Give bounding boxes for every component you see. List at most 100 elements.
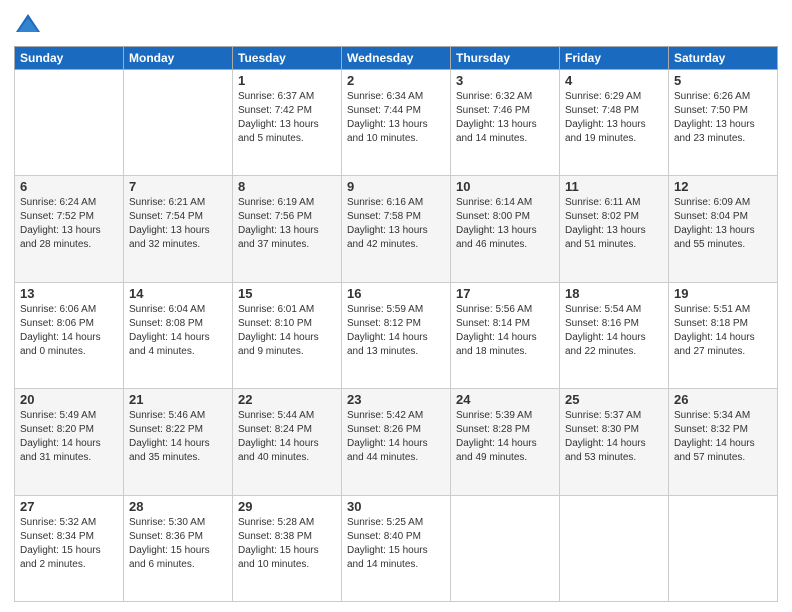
day-info: Sunrise: 5:56 AM Sunset: 8:14 PM Dayligh… — [456, 303, 554, 359]
day-number: 17 — [456, 286, 554, 301]
calendar-cell — [451, 495, 560, 601]
calendar-cell: 13 Sunrise: 6:06 AM Sunset: 8:06 PM Dayli… — [15, 282, 124, 388]
day-info: Sunrise: 6:11 AM Sunset: 8:02 PM Dayligh… — [565, 196, 663, 252]
calendar-cell: 27Sunrise: 5:32 AM Sunset: 8:34 PM Dayli… — [15, 495, 124, 601]
day-info: Sunrise: 5:30 AM Sunset: 8:36 PM Dayligh… — [129, 516, 227, 572]
day-number: 22 — [238, 392, 336, 407]
calendar-cell: 4 Sunrise: 6:29 AM Sunset: 7:48 PM Daylig… — [560, 70, 669, 176]
day-info: Sunrise: 6:34 AM Sunset: 7:44 PM Dayligh… — [347, 90, 445, 146]
day-info: Sunrise: 5:59 AM Sunset: 8:12 PM Dayligh… — [347, 303, 445, 359]
calendar-cell: 30 Sunrise: 5:25 AM Sunset: 8:40 PM Dayli… — [342, 495, 451, 601]
day-number: 14 — [129, 286, 227, 301]
logo-icon — [14, 10, 42, 38]
calendar-cell: 7Sunrise: 6:21 AM Sunset: 7:54 PM Daylig… — [124, 176, 233, 282]
day-number: 18 — [565, 286, 663, 301]
day-number: 6 — [20, 179, 118, 194]
weekday-header-wednesday: Wednesday — [342, 47, 451, 70]
day-info: Sunrise: 6:24 AM Sunset: 7:52 PM Dayligh… — [20, 196, 118, 252]
day-number: 20 — [20, 392, 118, 407]
header — [14, 10, 778, 38]
day-number: 1 — [238, 73, 336, 88]
day-number: 15 — [238, 286, 336, 301]
day-info: Sunrise: 5:42 AM Sunset: 8:26 PM Dayligh… — [347, 409, 445, 465]
calendar-cell: 29Sunrise: 5:28 AM Sunset: 8:38 PM Dayli… — [233, 495, 342, 601]
day-number: 19 — [674, 286, 772, 301]
day-info: Sunrise: 5:44 AM Sunset: 8:24 PM Dayligh… — [238, 409, 336, 465]
weekday-header-tuesday: Tuesday — [233, 47, 342, 70]
day-info: Sunrise: 5:32 AM Sunset: 8:34 PM Dayligh… — [20, 516, 118, 572]
day-info: Sunrise: 6:21 AM Sunset: 7:54 PM Dayligh… — [129, 196, 227, 252]
calendar-cell: 11 Sunrise: 6:11 AM Sunset: 8:02 PM Dayli… — [560, 176, 669, 282]
day-info: Sunrise: 6:06 AM Sunset: 8:06 PM Dayligh… — [20, 303, 118, 359]
weekday-header-friday: Friday — [560, 47, 669, 70]
weekday-header-sunday: Sunday — [15, 47, 124, 70]
day-number: 28 — [129, 499, 227, 514]
calendar-cell: 21Sunrise: 5:46 AM Sunset: 8:22 PM Dayli… — [124, 389, 233, 495]
calendar-cell — [15, 70, 124, 176]
calendar-cell: 14 Sunrise: 6:04 AM Sunset: 8:08 PM Dayli… — [124, 282, 233, 388]
day-info: Sunrise: 6:09 AM Sunset: 8:04 PM Dayligh… — [674, 196, 772, 252]
weekday-header-thursday: Thursday — [451, 47, 560, 70]
day-info: Sunrise: 6:26 AM Sunset: 7:50 PM Dayligh… — [674, 90, 772, 146]
calendar-cell: 26Sunrise: 5:34 AM Sunset: 8:32 PM Dayli… — [669, 389, 778, 495]
calendar-cell: 22 Sunrise: 5:44 AM Sunset: 8:24 PM Dayli… — [233, 389, 342, 495]
calendar-week-2: 6 Sunrise: 6:24 AM Sunset: 7:52 PM Daylig… — [15, 176, 778, 282]
day-info: Sunrise: 5:25 AM Sunset: 8:40 PM Dayligh… — [347, 516, 445, 572]
calendar-week-5: 27Sunrise: 5:32 AM Sunset: 8:34 PM Dayli… — [15, 495, 778, 601]
calendar-cell: 12 Sunrise: 6:09 AM Sunset: 8:04 PM Dayli… — [669, 176, 778, 282]
weekday-header: SundayMondayTuesdayWednesdayThursdayFrid… — [15, 47, 778, 70]
calendar-cell: 6 Sunrise: 6:24 AM Sunset: 7:52 PM Daylig… — [15, 176, 124, 282]
calendar-cell — [560, 495, 669, 601]
day-number: 11 — [565, 179, 663, 194]
day-info: Sunrise: 5:34 AM Sunset: 8:32 PM Dayligh… — [674, 409, 772, 465]
weekday-header-monday: Monday — [124, 47, 233, 70]
day-number: 25 — [565, 392, 663, 407]
day-info: Sunrise: 5:51 AM Sunset: 8:18 PM Dayligh… — [674, 303, 772, 359]
day-number: 5 — [674, 73, 772, 88]
day-number: 23 — [347, 392, 445, 407]
day-number: 24 — [456, 392, 554, 407]
day-number: 10 — [456, 179, 554, 194]
day-info: Sunrise: 6:14 AM Sunset: 8:00 PM Dayligh… — [456, 196, 554, 252]
day-number: 13 — [20, 286, 118, 301]
calendar-cell: 10 Sunrise: 6:14 AM Sunset: 8:00 PM Dayli… — [451, 176, 560, 282]
calendar: SundayMondayTuesdayWednesdayThursdayFrid… — [14, 46, 778, 602]
calendar-cell: 5 Sunrise: 6:26 AM Sunset: 7:50 PM Daylig… — [669, 70, 778, 176]
day-number: 21 — [129, 392, 227, 407]
calendar-cell: 16 Sunrise: 5:59 AM Sunset: 8:12 PM Dayli… — [342, 282, 451, 388]
weekday-header-saturday: Saturday — [669, 47, 778, 70]
day-number: 8 — [238, 179, 336, 194]
day-info: Sunrise: 6:19 AM Sunset: 7:56 PM Dayligh… — [238, 196, 336, 252]
calendar-cell: 8 Sunrise: 6:19 AM Sunset: 7:56 PM Daylig… — [233, 176, 342, 282]
calendar-cell: 19 Sunrise: 5:51 AM Sunset: 8:18 PM Dayli… — [669, 282, 778, 388]
calendar-cell: 2 Sunrise: 6:34 AM Sunset: 7:44 PM Daylig… — [342, 70, 451, 176]
page: SundayMondayTuesdayWednesdayThursdayFrid… — [0, 0, 792, 612]
day-number: 9 — [347, 179, 445, 194]
day-info: Sunrise: 5:28 AM Sunset: 8:38 PM Dayligh… — [238, 516, 336, 572]
day-number: 4 — [565, 73, 663, 88]
day-info: Sunrise: 5:54 AM Sunset: 8:16 PM Dayligh… — [565, 303, 663, 359]
calendar-cell: 23 Sunrise: 5:42 AM Sunset: 8:26 PM Dayli… — [342, 389, 451, 495]
day-number: 3 — [456, 73, 554, 88]
calendar-week-3: 13 Sunrise: 6:06 AM Sunset: 8:06 PM Dayli… — [15, 282, 778, 388]
calendar-cell: 25 Sunrise: 5:37 AM Sunset: 8:30 PM Dayli… — [560, 389, 669, 495]
calendar-cell — [669, 495, 778, 601]
calendar-cell: 9 Sunrise: 6:16 AM Sunset: 7:58 PM Daylig… — [342, 176, 451, 282]
day-info: Sunrise: 6:29 AM Sunset: 7:48 PM Dayligh… — [565, 90, 663, 146]
day-info: Sunrise: 5:37 AM Sunset: 8:30 PM Dayligh… — [565, 409, 663, 465]
day-info: Sunrise: 6:16 AM Sunset: 7:58 PM Dayligh… — [347, 196, 445, 252]
calendar-cell: 15 Sunrise: 6:01 AM Sunset: 8:10 PM Dayli… — [233, 282, 342, 388]
day-number: 30 — [347, 499, 445, 514]
day-number: 2 — [347, 73, 445, 88]
calendar-cell — [124, 70, 233, 176]
day-number: 12 — [674, 179, 772, 194]
day-info: Sunrise: 6:01 AM Sunset: 8:10 PM Dayligh… — [238, 303, 336, 359]
calendar-cell: 24 Sunrise: 5:39 AM Sunset: 8:28 PM Dayli… — [451, 389, 560, 495]
day-number: 16 — [347, 286, 445, 301]
calendar-cell: 18 Sunrise: 5:54 AM Sunset: 8:16 PM Dayli… — [560, 282, 669, 388]
logo — [14, 10, 46, 38]
calendar-cell: 20Sunrise: 5:49 AM Sunset: 8:20 PM Dayli… — [15, 389, 124, 495]
calendar-cell: 1Sunrise: 6:37 AM Sunset: 7:42 PM Daylig… — [233, 70, 342, 176]
day-info: Sunrise: 5:39 AM Sunset: 8:28 PM Dayligh… — [456, 409, 554, 465]
day-info: Sunrise: 6:04 AM Sunset: 8:08 PM Dayligh… — [129, 303, 227, 359]
